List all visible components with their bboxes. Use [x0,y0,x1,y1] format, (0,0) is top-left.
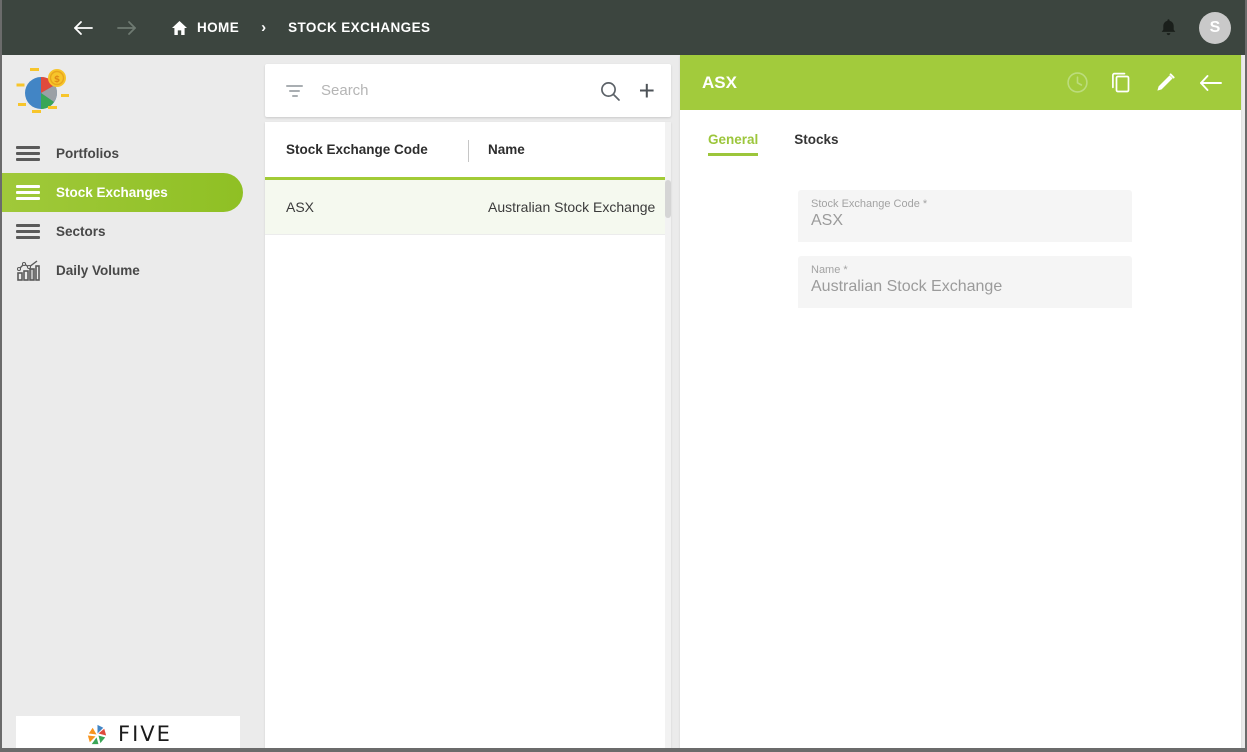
hamburger-menu-icon[interactable] [22,20,44,36]
scrollbar-thumb[interactable] [665,180,671,218]
sidebar-item-sectors[interactable]: Sectors [2,212,264,251]
detail-panel-title: ASX [702,72,737,92]
five-logo-text: FIVE [118,722,172,746]
top-navigation-bar: HOME › STOCK EXCHANGES S [2,0,1245,55]
back-arrow-icon[interactable] [72,19,94,37]
back-arrow-icon[interactable] [1198,72,1223,94]
sidebar-item-label: Sectors [56,224,106,239]
detail-panel-actions [1066,71,1223,94]
cell-name: Australian Stock Exchange [488,199,656,215]
breadcrumb-current-page: STOCK EXCHANGES [288,20,431,35]
detail-form: Stock Exchange Code * Name * [680,156,1241,308]
forward-arrow-icon[interactable] [116,19,138,37]
list-icon [16,185,40,200]
column-header-stock-exchange-code[interactable]: Stock Exchange Code [265,142,467,157]
detail-panel: ASX General Stocks Stock Exchange Code *… [680,55,1241,748]
list-scrollbar[interactable] [665,122,671,748]
list-icon [16,224,40,239]
history-icon[interactable] [1066,71,1089,94]
bar-chart-icon [16,259,40,282]
field-name[interactable]: Name * [798,256,1132,308]
table-header-row: Stock Exchange Code Name [265,122,671,180]
field-value-input[interactable] [811,212,1132,230]
sidebar-item-label: Daily Volume [56,263,140,278]
detail-tabs: General Stocks [680,110,1241,156]
sidebar-item-stock-exchanges[interactable]: Stock Exchanges [2,173,243,212]
bell-icon[interactable] [1160,18,1177,37]
detail-panel-header: ASX [680,55,1241,110]
sidebar-item-label: Stock Exchanges [56,185,168,200]
field-label: Stock Exchange Code * [811,198,928,210]
cell-stock-exchange-code: ASX [286,199,315,215]
breadcrumb-separator-icon: › [261,19,267,36]
search-bar: + [265,64,671,117]
field-stock-exchange-code[interactable]: Stock Exchange Code * [798,190,1132,242]
home-icon[interactable] [171,20,188,36]
records-table: Stock Exchange Code Name ASX Australian … [265,122,671,748]
tab-stocks[interactable]: Stocks [794,132,838,156]
search-input[interactable] [321,82,583,99]
breadcrumb: HOME › STOCK EXCHANGES [171,19,430,36]
sidebar-item-daily-volume[interactable]: Daily Volume [2,251,264,290]
table-row[interactable]: ASX Australian Stock Exchange [265,180,671,235]
app-logo: $ [2,55,264,134]
sidebar-item-label: Portfolios [56,146,119,161]
user-avatar[interactable]: S [1199,11,1231,44]
topbar-right-actions: S [1160,11,1231,44]
field-label: Name * [811,264,848,276]
filter-icon[interactable] [285,84,304,97]
field-value-input[interactable] [811,278,1132,296]
sidebar: $ Portfolios Stock Exchanges Sectors Dai… [2,55,264,748]
column-divider[interactable] [468,140,469,162]
search-icon[interactable] [599,80,621,102]
list-panel: + Stock Exchange Code Name ASX Australia… [264,55,676,748]
edit-pencil-icon[interactable] [1154,71,1177,94]
svg-text:$: $ [54,75,60,85]
tab-general[interactable]: General [708,132,759,156]
list-icon [16,146,40,161]
copy-icon[interactable] [1110,71,1133,94]
application-window: HOME › STOCK EXCHANGES S $ Portfolios St… [0,0,1247,752]
sidebar-item-portfolios[interactable]: Portfolios [2,134,264,173]
breadcrumb-home-label[interactable]: HOME [197,20,239,35]
five-footer-logo: FIVE [16,716,240,748]
column-header-name[interactable]: Name [467,142,525,157]
add-record-icon[interactable]: + [639,76,655,105]
